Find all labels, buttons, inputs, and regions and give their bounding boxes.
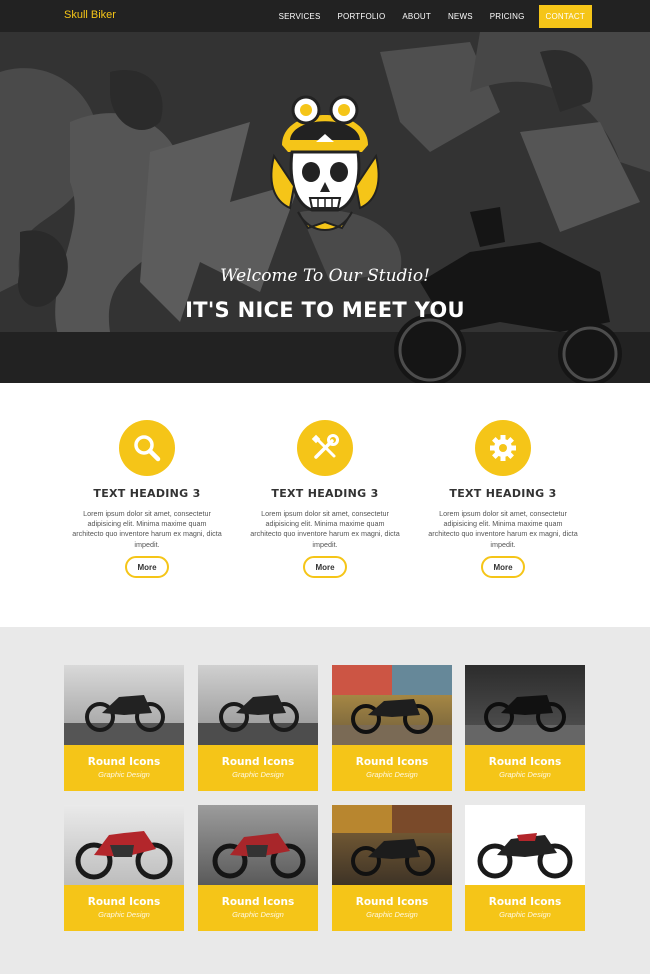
portfolio-title: Round Icons	[488, 756, 562, 768]
portfolio-subtitle: Graphic Design	[98, 770, 150, 779]
portfolio-title: Round Icons	[355, 756, 429, 768]
gear-icon	[490, 435, 516, 461]
portfolio-title: Round Icons	[355, 896, 429, 908]
feature-text: Lorem ipsum dolor sit amet, consectetur …	[250, 509, 400, 549]
portfolio-title: Round Icons	[87, 756, 161, 768]
portfolio-image	[332, 665, 452, 745]
feature-card: TEXT HEADING 3 Lorem ipsum dolor sit ame…	[250, 420, 400, 578]
portfolio-image	[465, 805, 585, 885]
more-button[interactable]: More	[125, 555, 169, 578]
portfolio-subtitle: Graphic Design	[232, 770, 284, 779]
portfolio-subtitle: Graphic Design	[366, 770, 418, 779]
feature-text: Lorem ipsum dolor sit amet, consectetur …	[428, 509, 578, 549]
portfolio-image	[198, 805, 318, 885]
portfolio-subtitle: Graphic Design	[499, 910, 551, 919]
portfolio-card[interactable]: Round Icons Graphic Design	[332, 805, 452, 931]
portfolio-subtitle: Graphic Design	[499, 770, 551, 779]
menu-item-about[interactable]: ABOUT	[402, 12, 431, 21]
portfolio-title: Round Icons	[221, 756, 295, 768]
portfolio-title: Round Icons	[221, 896, 295, 908]
feature-card: TEXT HEADING 3 Lorem ipsum dolor sit ame…	[428, 420, 578, 578]
portfolio-card[interactable]: Round Icons Graphic Design	[465, 665, 585, 791]
features-section: TEXT HEADING 3 Lorem ipsum dolor sit ame…	[0, 383, 650, 627]
hero-title: IT'S NICE TO MEET YOU	[185, 298, 465, 322]
feature-text: Lorem ipsum dolor sit amet, consectetur …	[72, 509, 222, 549]
portfolio-section: Round Icons Graphic Design Round Icons G…	[0, 627, 650, 974]
hero-banner: Welcome To Our Studio! IT'S NICE TO MEET…	[0, 32, 650, 383]
feature-heading: TEXT HEADING 3	[271, 487, 379, 500]
portfolio-card[interactable]: Round Icons Graphic Design	[465, 805, 585, 931]
more-button[interactable]: More	[303, 555, 347, 578]
menu-item-contact-button[interactable]: CONTACT	[538, 4, 592, 28]
main-menu: SERVICES PORTFOLIO ABOUT NEWS PRICING CO…	[262, 4, 592, 28]
menu-item-portfolio[interactable]: PORTFOLIO	[338, 12, 386, 21]
brand-logo-text[interactable]: Skull Biker	[64, 9, 116, 21]
top-navbar: Skull Biker SERVICES PORTFOLIO ABOUT NEW…	[0, 0, 650, 32]
portfolio-card[interactable]: Round Icons Graphic Design	[64, 805, 184, 931]
portfolio-card[interactable]: Round Icons Graphic Design	[332, 665, 452, 791]
hero-welcome-script: Welcome To Our Studio!	[220, 266, 430, 286]
portfolio-image	[64, 805, 184, 885]
portfolio-card[interactable]: Round Icons Graphic Design	[198, 805, 318, 931]
more-button[interactable]: More	[481, 555, 525, 578]
portfolio-title: Round Icons	[87, 896, 161, 908]
feature-icon-circle	[119, 420, 175, 476]
search-icon	[134, 435, 161, 462]
portfolio-subtitle: Graphic Design	[232, 910, 284, 919]
portfolio-title: Round Icons	[488, 896, 562, 908]
feature-icon-circle	[297, 420, 353, 476]
feature-icon-circle	[475, 420, 531, 476]
portfolio-subtitle: Graphic Design	[98, 910, 150, 919]
portfolio-subtitle: Graphic Design	[366, 910, 418, 919]
feature-card: TEXT HEADING 3 Lorem ipsum dolor sit ame…	[72, 420, 222, 578]
portfolio-image	[198, 665, 318, 745]
portfolio-image	[465, 665, 585, 745]
tools-icon	[311, 434, 339, 459]
skull-logo-icon	[270, 95, 380, 231]
feature-heading: TEXT HEADING 3	[93, 487, 201, 500]
portfolio-image	[64, 665, 184, 745]
menu-item-services[interactable]: SERVICES	[279, 12, 321, 21]
feature-heading: TEXT HEADING 3	[449, 487, 557, 500]
menu-item-pricing[interactable]: PRICING	[490, 12, 525, 21]
portfolio-card[interactable]: Round Icons Graphic Design	[64, 665, 184, 791]
menu-item-news[interactable]: NEWS	[448, 12, 473, 21]
portfolio-card[interactable]: Round Icons Graphic Design	[198, 665, 318, 791]
portfolio-image	[332, 805, 452, 885]
